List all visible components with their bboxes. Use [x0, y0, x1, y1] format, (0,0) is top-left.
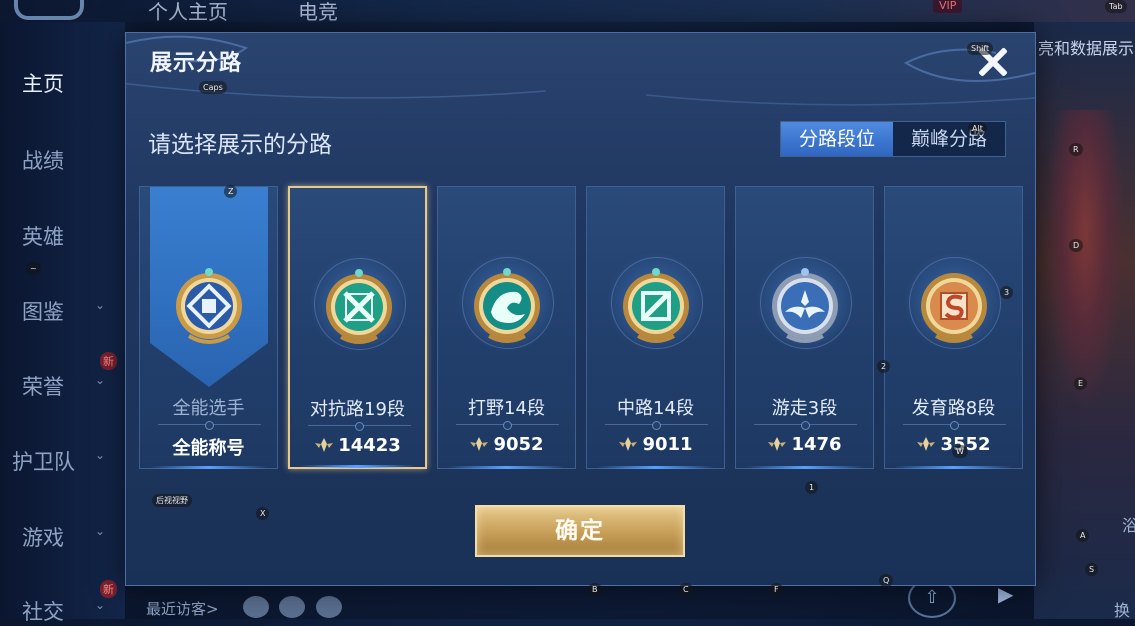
- keybind-hint: W: [952, 445, 968, 458]
- clash-lane-emblem-icon: [319, 267, 399, 347]
- recent-visitors-link[interactable]: 最近访客>: [146, 598, 219, 619]
- keybind-hint: Alt: [968, 122, 987, 135]
- visitor-avatar[interactable]: [316, 596, 342, 618]
- keybind-hint: 1: [805, 481, 819, 494]
- card-divider: [158, 421, 261, 430]
- roam-wings-emblem-icon: [765, 266, 845, 346]
- keybind-hint: R: [1069, 143, 1083, 156]
- points-value: 9052: [493, 434, 544, 455]
- cloud-decoration: [126, 35, 1035, 106]
- keybind-hint: 2: [877, 360, 891, 373]
- card-lane-name: 发育路8段: [911, 398, 996, 419]
- chevron-down-icon: ⌄: [95, 373, 106, 387]
- card-stat: 14423: [290, 435, 425, 456]
- visitor-avatar[interactable]: [279, 596, 305, 618]
- keybind-hint: B: [588, 583, 602, 596]
- chevron-down-icon: ⌄: [95, 448, 106, 462]
- keybind-hint: S: [1085, 563, 1099, 576]
- card-lane-name: 全能选手: [172, 398, 245, 419]
- keybind-hint: D: [1069, 239, 1084, 252]
- lane-card-all-round[interactable]: 全能选手 全能称号: [139, 186, 278, 469]
- vip-badge: VIP: [933, 0, 963, 13]
- keybind-hint: Q: [879, 574, 894, 587]
- farm-lane-emblem-icon: [914, 266, 994, 346]
- hero-portrait: [1045, 110, 1125, 410]
- card-stat: 9052: [438, 434, 575, 455]
- confirm-button[interactable]: 确定: [475, 505, 685, 557]
- points-icon: [619, 437, 638, 451]
- right-header-text[interactable]: 亮和数据展示: [1038, 35, 1134, 59]
- card-lane-name: 中路14段: [617, 398, 694, 419]
- keybind-hint: F: [770, 583, 783, 596]
- game-logo-icon: [14, 0, 84, 20]
- sidebar-item-heroes[interactable]: 英雄: [22, 221, 64, 251]
- right-caption[interactable]: 换: [1114, 597, 1130, 621]
- mid-lane-emblem-icon: [616, 266, 696, 346]
- right-caption: 浴: [1122, 516, 1135, 535]
- keybind-hint: Shift: [967, 42, 994, 55]
- points-value: 1476: [791, 434, 842, 455]
- lane-card-farm[interactable]: 发育路8段 3552: [884, 186, 1023, 469]
- tab-lane-rank[interactable]: 分路段位: [781, 122, 893, 156]
- sidebar-item-honor[interactable]: 荣誉: [22, 371, 64, 401]
- keybind-hint: 后视视野: [152, 494, 192, 507]
- sidebar-item-games[interactable]: 游戏: [22, 522, 64, 552]
- top-nav-esports[interactable]: 电竞: [298, 0, 338, 25]
- sidebar-item-social[interactable]: 社交: [22, 596, 64, 626]
- keybind-hint: 3: [1000, 286, 1014, 299]
- sidebar-item-codex[interactable]: 图鉴: [22, 296, 64, 326]
- new-badge: 新: [100, 580, 117, 598]
- dialog-title: 展示分路: [150, 51, 243, 76]
- lane-card-list: 全能选手 全能称号 对抗路19段 14423 打野14段 9052 中路14段 …: [139, 186, 1024, 470]
- card-divider: [456, 421, 559, 430]
- lane-card-jungle[interactable]: 打野14段 9052: [437, 186, 576, 469]
- new-badge: 新: [100, 352, 117, 370]
- card-lane-name: 打野14段: [468, 398, 545, 419]
- dialog-subtitle: 请选择展示的分路: [148, 132, 332, 158]
- lane-card-clash[interactable]: 对抗路19段 14423: [288, 186, 427, 469]
- points-value: 14423: [338, 435, 401, 456]
- points-icon: [315, 438, 334, 452]
- card-divider: [903, 421, 1006, 430]
- jungle-dragon-emblem-icon: [467, 266, 547, 346]
- card-stat: 1476: [736, 434, 873, 455]
- keybind-hint: C: [679, 583, 693, 596]
- chevron-down-icon: ⌄: [95, 298, 106, 312]
- all-round-emblem-icon: [169, 266, 249, 346]
- card-stat: 9011: [587, 434, 724, 455]
- card-divider: [605, 421, 708, 430]
- chevron-down-icon: ⌄: [95, 598, 106, 612]
- keybind-hint: Tab: [1105, 0, 1127, 13]
- keybind-hint: E: [1074, 377, 1088, 390]
- points-icon: [768, 437, 787, 451]
- card-lane-name: 游走3段: [771, 398, 838, 419]
- lane-display-dialog: 展示分路 请选择展示的分路 分路段位 巅峰分路 全能选手 全能称号 对抗路19段…: [125, 32, 1036, 586]
- lane-card-roam[interactable]: 游走3段 1476: [735, 186, 874, 469]
- card-lane-name: 对抗路19段: [310, 399, 405, 420]
- lane-card-mid[interactable]: 中路14段 9011: [586, 186, 725, 469]
- points-icon: [917, 437, 936, 451]
- sidebar-item-guard[interactable]: 护卫队: [12, 446, 75, 476]
- tab-peak-lane[interactable]: 巅峰分路: [893, 122, 1005, 156]
- sidebar-item-record[interactable]: 战绩: [22, 145, 64, 175]
- keybind-hint: Caps: [199, 81, 227, 94]
- keybind-hint: ~: [26, 262, 41, 275]
- top-nav-profile[interactable]: 个人主页: [148, 0, 228, 25]
- chevron-down-icon: ⌄: [95, 524, 106, 538]
- points-icon: [470, 437, 489, 451]
- points-value: 9011: [642, 434, 693, 455]
- card-divider: [754, 421, 857, 430]
- card-divider: [308, 422, 411, 431]
- sidebar-item-home[interactable]: 主页: [22, 68, 64, 98]
- visitor-avatar[interactable]: [243, 596, 269, 618]
- card-stat: 全能称号: [172, 438, 245, 459]
